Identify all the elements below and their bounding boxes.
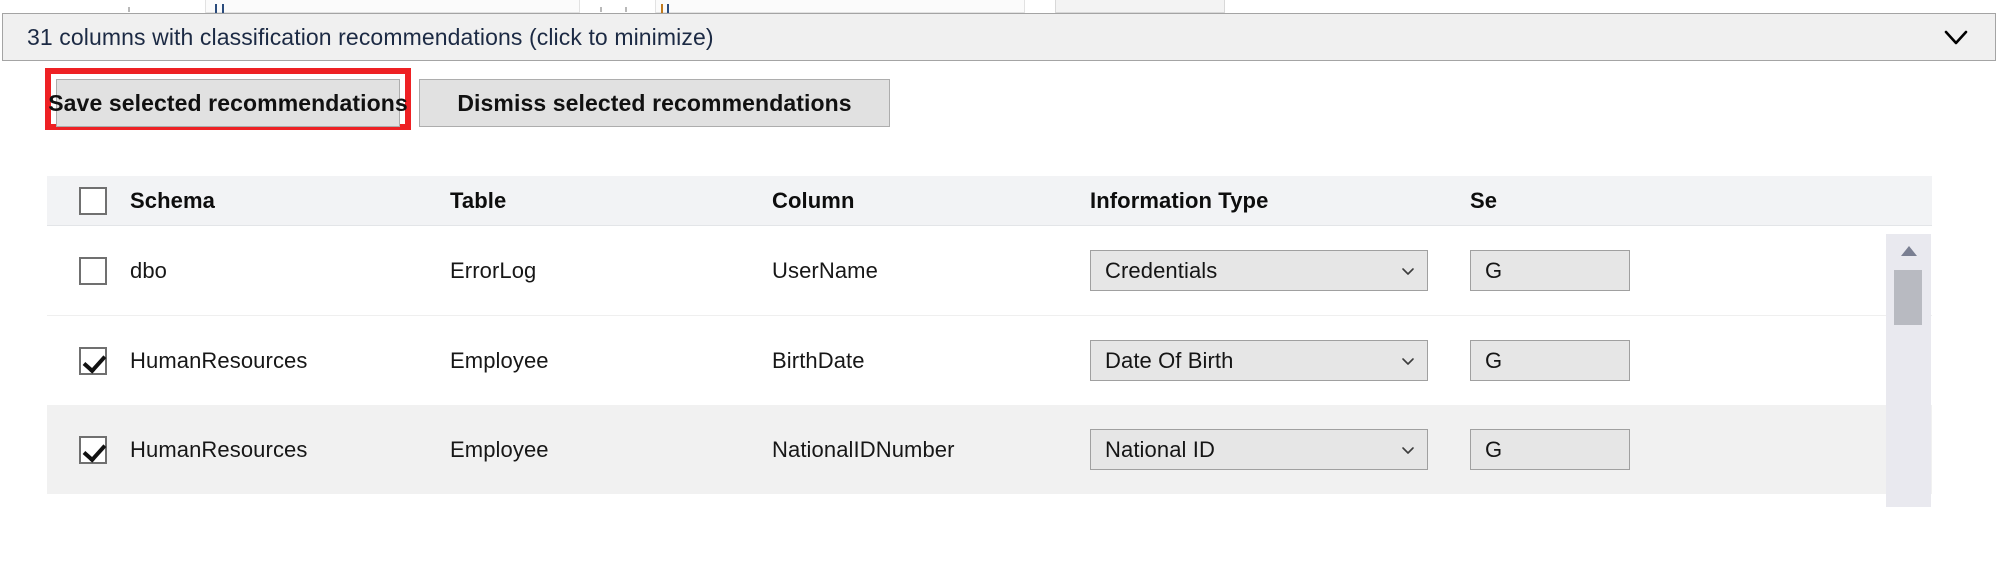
header-select-all-cell	[47, 187, 130, 215]
header-column-label: Column	[772, 188, 854, 213]
information-type-dropdown[interactable]: Credentials	[1090, 250, 1428, 291]
recommendations-banner[interactable]: 31 columns with classification recommend…	[2, 13, 1996, 61]
header-schema-cell[interactable]: Schema	[130, 188, 450, 214]
recommendation-actions-toolbar: Save selected recommendations Dismiss se…	[0, 67, 2000, 135]
row-information-type-cell: Date Of Birth	[1090, 340, 1470, 381]
row-checkbox[interactable]	[79, 436, 107, 464]
row-column-cell: NationalIDNumber	[772, 437, 1090, 463]
row-table-cell: Employee	[450, 348, 772, 374]
row-column-value: UserName	[772, 258, 878, 283]
header-column-cell[interactable]: Column	[772, 188, 1090, 214]
clipped-tick-icon	[215, 4, 217, 13]
header-information-type-cell[interactable]: Information Type	[1090, 188, 1470, 214]
sensitivity-label-value: G	[1485, 348, 1502, 374]
row-column-cell: UserName	[772, 258, 1090, 284]
header-sensitivity-cell[interactable]: Se	[1470, 188, 1932, 214]
header-table-label: Table	[450, 188, 506, 213]
save-selected-recommendations-button[interactable]: Save selected recommendations	[56, 79, 400, 127]
dismiss-selected-recommendations-button[interactable]: Dismiss selected recommendations	[419, 79, 890, 127]
chevron-down-small-icon	[1399, 262, 1417, 280]
row-table-cell: ErrorLog	[450, 258, 772, 284]
row-checkbox[interactable]	[79, 347, 107, 375]
scrollbar-thumb[interactable]	[1894, 270, 1922, 325]
row-column-cell: BirthDate	[772, 348, 1090, 374]
header-table-cell[interactable]: Table	[450, 188, 772, 214]
row-table-cell: Employee	[450, 437, 772, 463]
row-schema-value: dbo	[130, 258, 167, 283]
sensitivity-label-value: G	[1485, 258, 1502, 284]
triangle-up-icon[interactable]	[1886, 234, 1931, 268]
clipped-tick-icon	[661, 4, 663, 13]
table-row[interactable]: HumanResources Employee NationalIDNumber…	[47, 405, 1932, 494]
information-type-value: National ID	[1105, 437, 1215, 463]
row-information-type-cell: Credentials	[1090, 250, 1470, 291]
information-type-dropdown[interactable]: National ID	[1090, 429, 1428, 470]
clipped-toolbar-strip	[0, 0, 2000, 13]
sensitivity-label-dropdown[interactable]: G	[1470, 250, 1630, 291]
clipped-widget	[205, 0, 580, 13]
row-table-value: ErrorLog	[450, 258, 536, 283]
information-type-dropdown[interactable]: Date Of Birth	[1090, 340, 1428, 381]
row-column-value: BirthDate	[772, 348, 865, 373]
information-type-value: Credentials	[1105, 258, 1217, 284]
row-table-value: Employee	[450, 437, 549, 462]
sensitivity-label-dropdown[interactable]: G	[1470, 340, 1630, 381]
row-checkbox[interactable]	[79, 257, 107, 285]
row-sensitivity-cell: G	[1470, 429, 1932, 470]
row-schema-cell: dbo	[130, 258, 450, 284]
row-select-cell	[47, 347, 130, 375]
recommendations-table: Schema Table Column Information Type Se …	[47, 176, 1932, 494]
clipped-widget	[655, 0, 1025, 13]
clipped-widget	[1055, 0, 1225, 13]
header-schema-label: Schema	[130, 188, 215, 213]
sensitivity-label-value: G	[1485, 437, 1502, 463]
clipped-dot-icon	[600, 7, 602, 12]
row-schema-value: HumanResources	[130, 437, 307, 462]
clipped-dot-icon	[625, 7, 627, 12]
row-select-cell	[47, 257, 130, 285]
select-all-checkbox[interactable]	[79, 187, 107, 215]
row-sensitivity-cell: G	[1470, 340, 1932, 381]
chevron-down-icon[interactable]	[1939, 20, 1973, 54]
row-schema-value: HumanResources	[130, 348, 307, 373]
header-information-type-label: Information Type	[1090, 188, 1268, 213]
row-select-cell	[47, 436, 130, 464]
row-schema-cell: HumanResources	[130, 348, 450, 374]
table-row[interactable]: HumanResources Employee BirthDate Date O…	[47, 315, 1932, 405]
row-information-type-cell: National ID	[1090, 429, 1470, 470]
row-column-value: NationalIDNumber	[772, 437, 955, 462]
row-sensitivity-cell: G	[1470, 250, 1932, 291]
row-table-value: Employee	[450, 348, 549, 373]
clipped-tick-icon	[667, 4, 669, 13]
clipped-dot-icon	[128, 7, 130, 12]
table-row[interactable]: dbo ErrorLog UserName Credentials G	[47, 226, 1932, 315]
row-schema-cell: HumanResources	[130, 437, 450, 463]
chevron-down-small-icon	[1399, 352, 1417, 370]
clipped-tick-icon	[222, 4, 224, 13]
recommendations-banner-label: 31 columns with classification recommend…	[27, 24, 714, 51]
grid-vertical-scrollbar[interactable]	[1886, 234, 1931, 507]
table-header-row: Schema Table Column Information Type Se	[47, 176, 1932, 226]
information-type-value: Date Of Birth	[1105, 348, 1233, 374]
chevron-down-small-icon	[1399, 441, 1417, 459]
sensitivity-label-dropdown[interactable]: G	[1470, 429, 1630, 470]
header-sensitivity-label: Se	[1470, 188, 1497, 213]
